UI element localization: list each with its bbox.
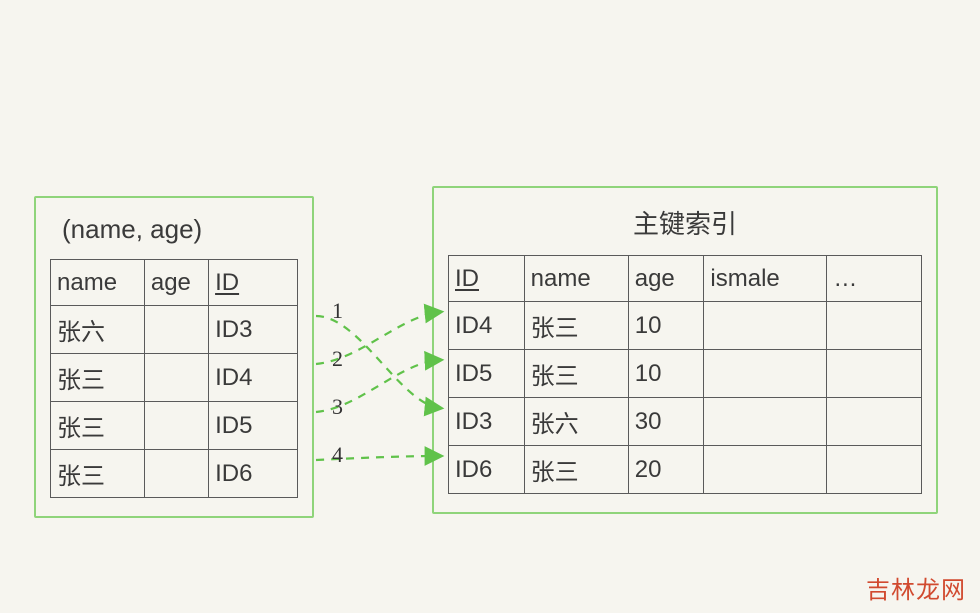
cell-age — [144, 354, 208, 402]
cell-id: ID5 — [449, 350, 525, 398]
col-more: … — [827, 256, 922, 302]
table-row: 张三 ID5 — [51, 402, 298, 450]
cell-age: 10 — [628, 302, 704, 350]
cell-etc — [827, 350, 922, 398]
table-row: 张三 ID4 — [51, 354, 298, 402]
table-row: ID5 张三 10 — [449, 350, 922, 398]
cell-age: 10 — [628, 350, 704, 398]
col-name: name — [51, 260, 145, 306]
primary-key-index-title: 主键索引 — [448, 202, 922, 249]
cell-id: ID4 — [209, 354, 298, 402]
cell-ismale — [704, 350, 827, 398]
table-row: ID6 张三 20 — [449, 446, 922, 494]
arrow-step-label-3: 3 — [332, 394, 343, 420]
watermark-text: 吉林龙网 — [866, 570, 966, 605]
primary-key-index-table: ID name age ismale … ID4 张三 10 ID5 张三 — [448, 255, 922, 494]
cell-etc — [827, 446, 922, 494]
cell-etc — [827, 302, 922, 350]
table-row: ID3 张六 30 — [449, 398, 922, 446]
cell-age — [144, 306, 208, 354]
cell-name: 张三 — [51, 354, 145, 402]
secondary-index-title: (name, age) — [50, 212, 298, 253]
cell-name: 张三 — [524, 350, 628, 398]
cell-name: 张六 — [524, 398, 628, 446]
cell-age: 20 — [628, 446, 704, 494]
table-row: 张六 ID3 — [51, 306, 298, 354]
col-age: age — [628, 256, 704, 302]
table-header-row: name age ID — [51, 260, 298, 306]
arrow-step-label-2: 2 — [332, 346, 343, 372]
cell-name: 张六 — [51, 306, 145, 354]
table-header-row: ID name age ismale … — [449, 256, 922, 302]
col-id: ID — [449, 256, 525, 302]
cell-ismale — [704, 398, 827, 446]
secondary-index-table: name age ID 张六 ID3 张三 ID4 张三 — [50, 259, 298, 498]
table-row: ID4 张三 10 — [449, 302, 922, 350]
cell-age — [144, 450, 208, 498]
cell-id: ID5 — [209, 402, 298, 450]
col-name: name — [524, 256, 628, 302]
cell-id: ID6 — [449, 446, 525, 494]
cell-id: ID3 — [209, 306, 298, 354]
cell-age — [144, 402, 208, 450]
cell-age: 30 — [628, 398, 704, 446]
col-ismale: ismale — [704, 256, 827, 302]
diagram-stage: (name, age) name age ID 张六 ID3 张三 — [0, 0, 980, 613]
cell-etc — [827, 398, 922, 446]
cell-id: ID3 — [449, 398, 525, 446]
primary-key-index-panel: 主键索引 ID name age ismale … ID4 张三 10 — [432, 186, 938, 514]
col-age: age — [144, 260, 208, 306]
cell-name: 张三 — [51, 450, 145, 498]
cell-ismale — [704, 302, 827, 350]
cell-ismale — [704, 446, 827, 494]
cell-name: 张三 — [51, 402, 145, 450]
arrow-step-label-1: 1 — [332, 298, 343, 324]
secondary-index-panel: (name, age) name age ID 张六 ID3 张三 — [34, 196, 314, 518]
arrow-step-label-4: 4 — [332, 442, 343, 468]
cell-name: 张三 — [524, 446, 628, 494]
cell-name: 张三 — [524, 302, 628, 350]
table-row: 张三 ID6 — [51, 450, 298, 498]
cell-id: ID6 — [209, 450, 298, 498]
cell-id: ID4 — [449, 302, 525, 350]
col-id: ID — [209, 260, 298, 306]
